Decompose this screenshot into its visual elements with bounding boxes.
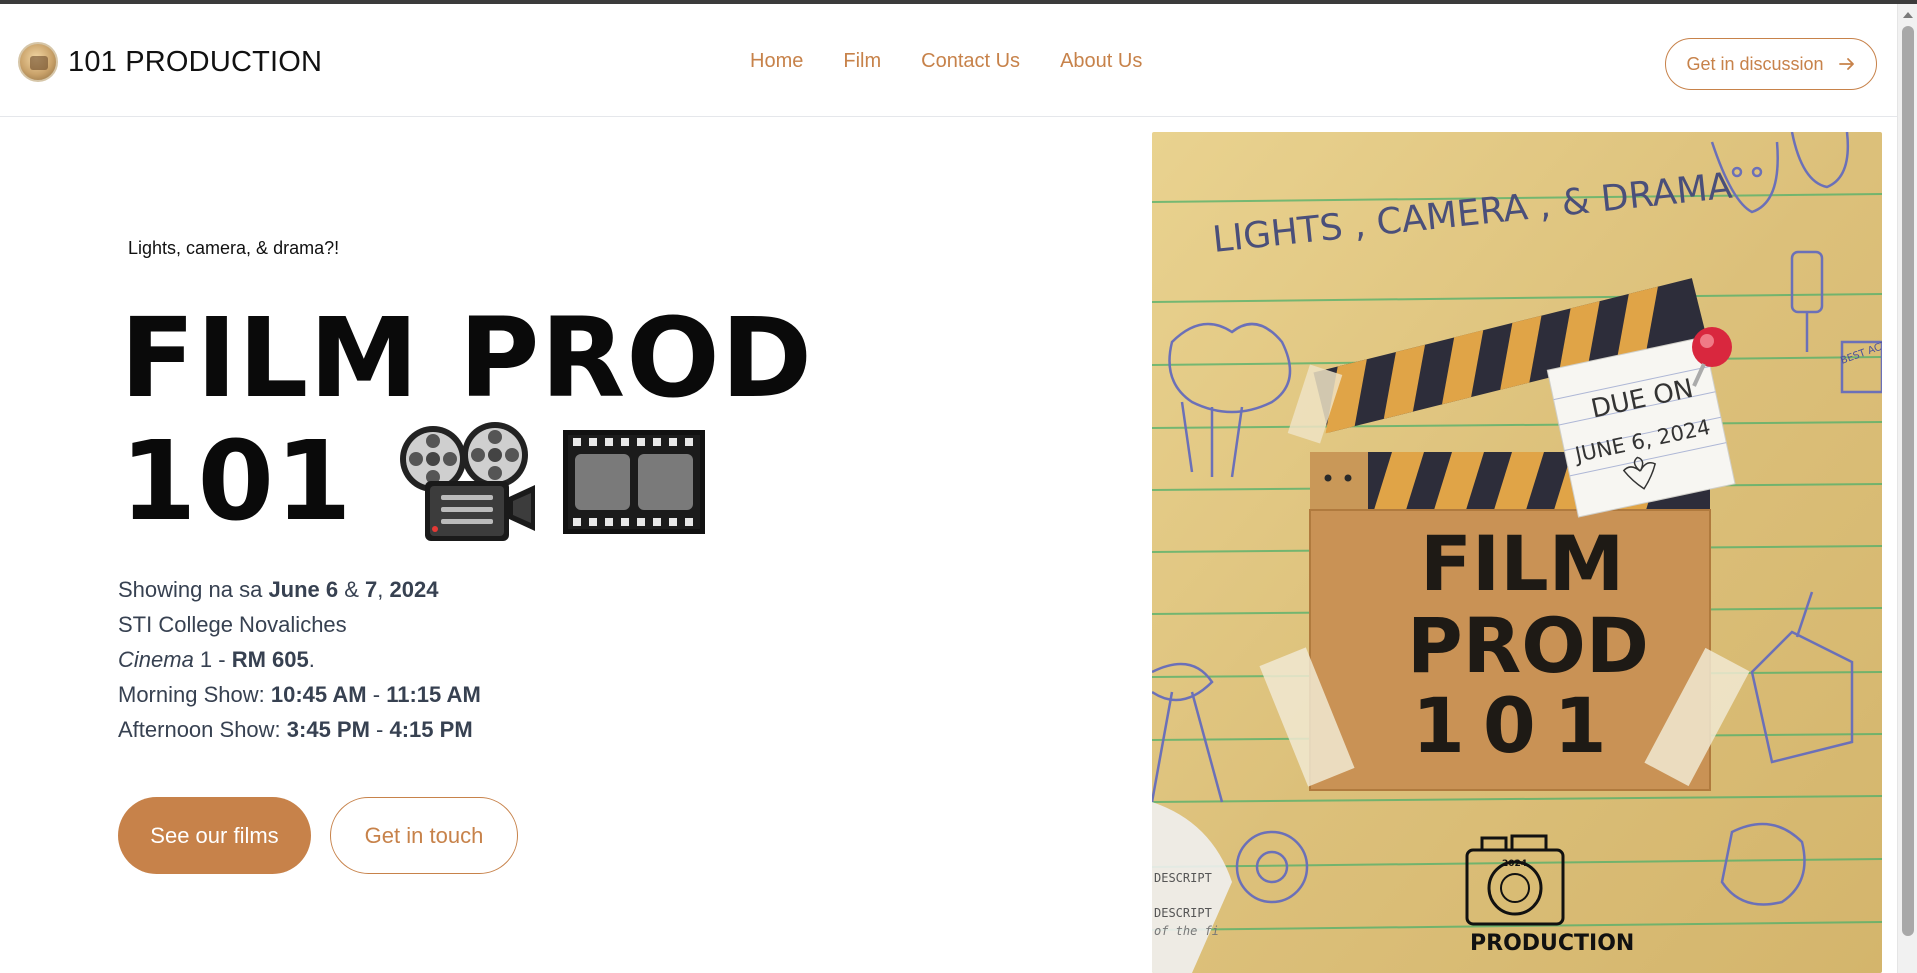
hero-tagline: Lights, camera, & drama?! (128, 238, 340, 258)
main-nav: Home Film Contact Us About Us (750, 50, 1142, 73)
nav-home[interactable]: Home (750, 50, 803, 73)
poster-board-line3: 101 (1412, 681, 1625, 770)
showing-info: Showing na sa June 6 & 7, 2024 STI Colle… (118, 572, 481, 747)
room-number: RM 605 (231, 647, 309, 672)
film-frames-icon (562, 429, 705, 534)
brand-name: 101 PRODUCTION (68, 45, 323, 78)
showing-year: 2024 (389, 577, 439, 602)
afternoon-end: 4:15 PM (389, 717, 473, 742)
nav-film[interactable]: Film (843, 50, 881, 73)
showing-amp: & (338, 577, 366, 602)
vertical-scrollbar[interactable] (1897, 4, 1917, 973)
brand-logo (18, 42, 58, 82)
poster-desc-2: DESCRIPT (1154, 906, 1212, 920)
room-end: . (308, 647, 315, 672)
afternoon-show: Afternoon Show: 3:45 PM - 4:15 PM (118, 712, 481, 747)
cinema-word: Cinema (118, 647, 194, 672)
hero-title-line2-row: 101 (120, 419, 813, 544)
film-projector-icon (399, 422, 535, 541)
showing-venue: STI College Novaliches (118, 612, 347, 637)
afternoon-start: 3:45 PM (286, 717, 370, 742)
nav-contact-us[interactable]: Contact Us (921, 50, 1020, 73)
get-in-touch-button[interactable]: Get in touch (330, 797, 518, 874)
see-our-films-button[interactable]: See our films (118, 797, 311, 874)
brand[interactable]: 101 PRODUCTION (18, 42, 322, 82)
poster-stamp-text: 2024 (1502, 859, 1527, 869)
nav-about-us[interactable]: About Us (1060, 50, 1142, 73)
showing-date1: June 6 (268, 577, 339, 602)
event-poster: LIGHTS , CAMERA , & DRAMA DESCRIPT DESCR… (1152, 132, 1882, 973)
morning-label: Morning Show: (118, 682, 271, 707)
get-in-discussion-label: Get in discussion (1686, 53, 1824, 74)
hero-emojis (397, 419, 705, 544)
scroll-up-icon[interactable] (1903, 12, 1913, 18)
cinema-number: 1 - (193, 647, 232, 672)
showing-comma: , (377, 577, 390, 602)
arrow-right-icon (1838, 58, 1854, 70)
hero-title-line1: FILM PROD (120, 294, 814, 422)
morning-dash: - (366, 682, 387, 707)
afternoon-dash: - (369, 717, 390, 742)
site-header: 101 PRODUCTION Home Film Contact Us Abou… (0, 4, 1897, 117)
morning-show: Morning Show: 10:45 AM - 11:15 AM (118, 677, 481, 712)
scroll-thumb[interactable] (1902, 26, 1914, 936)
poster-board-line1: FILM (1420, 519, 1624, 608)
poster-desc-1: DESCRIPT (1154, 871, 1212, 885)
hero-title: FILM PROD 101 (120, 298, 813, 544)
poster-logo-caption: PRODUCTION (1470, 931, 1634, 956)
poster-artwork: LIGHTS , CAMERA , & DRAMA DESCRIPT DESCR… (1152, 132, 1882, 973)
showing-dates: Showing na sa June 6 & 7, 2024 (118, 572, 481, 607)
showing-prefix: Showing na sa (118, 577, 269, 602)
afternoon-label: Afternoon Show: (118, 717, 287, 742)
poster-desc-3: of the fi (1154, 924, 1219, 938)
showing-room: Cinema 1 - RM 605. (118, 642, 481, 677)
morning-start: 10:45 AM (270, 682, 367, 707)
get-in-discussion-button[interactable]: Get in discussion (1665, 38, 1877, 90)
morning-end: 11:15 AM (386, 682, 481, 707)
showing-date2: 7 (365, 577, 378, 602)
poster-board-line2: PROD (1407, 601, 1649, 690)
hero-title-line2: 101 (120, 417, 353, 545)
